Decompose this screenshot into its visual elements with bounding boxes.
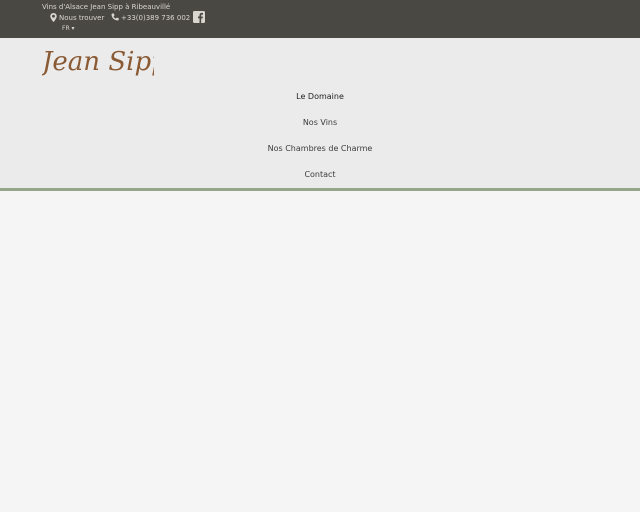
language-selector[interactable]: FR ▾: [62, 25, 75, 32]
facebook-icon[interactable]: [193, 11, 205, 23]
page-content: [0, 191, 640, 512]
site-tagline: Vins d'Alsace Jean Sipp à Ribeauvillé: [42, 3, 171, 11]
phone-number: +33(0)389 736 002: [121, 13, 191, 22]
logo-text: Jean Sipp: [42, 47, 154, 77]
top-bar: Vins d'Alsace Jean Sipp à Ribeauvillé No…: [0, 0, 640, 38]
map-marker-icon: [50, 13, 57, 22]
nav-item-le-domaine[interactable]: Le Domaine: [0, 92, 640, 101]
nav-item-contact[interactable]: Contact: [0, 170, 640, 179]
phone-icon: [111, 13, 119, 21]
jean-sipp-logo[interactable]: Jean Sipp: [42, 44, 154, 78]
nav-item-nos-chambres-de-charme[interactable]: Nos Chambres de Charme: [0, 144, 640, 153]
nav-item-nos-vins[interactable]: Nos Vins: [0, 118, 640, 127]
header: Jean Sipp Le Domaine Nos Vins Nos Chambr…: [0, 38, 640, 188]
find-us-label: Nous trouver: [59, 13, 105, 22]
find-us-link[interactable]: Nous trouver: [50, 13, 104, 22]
phone-link[interactable]: +33(0)389 736 002: [110, 13, 190, 22]
